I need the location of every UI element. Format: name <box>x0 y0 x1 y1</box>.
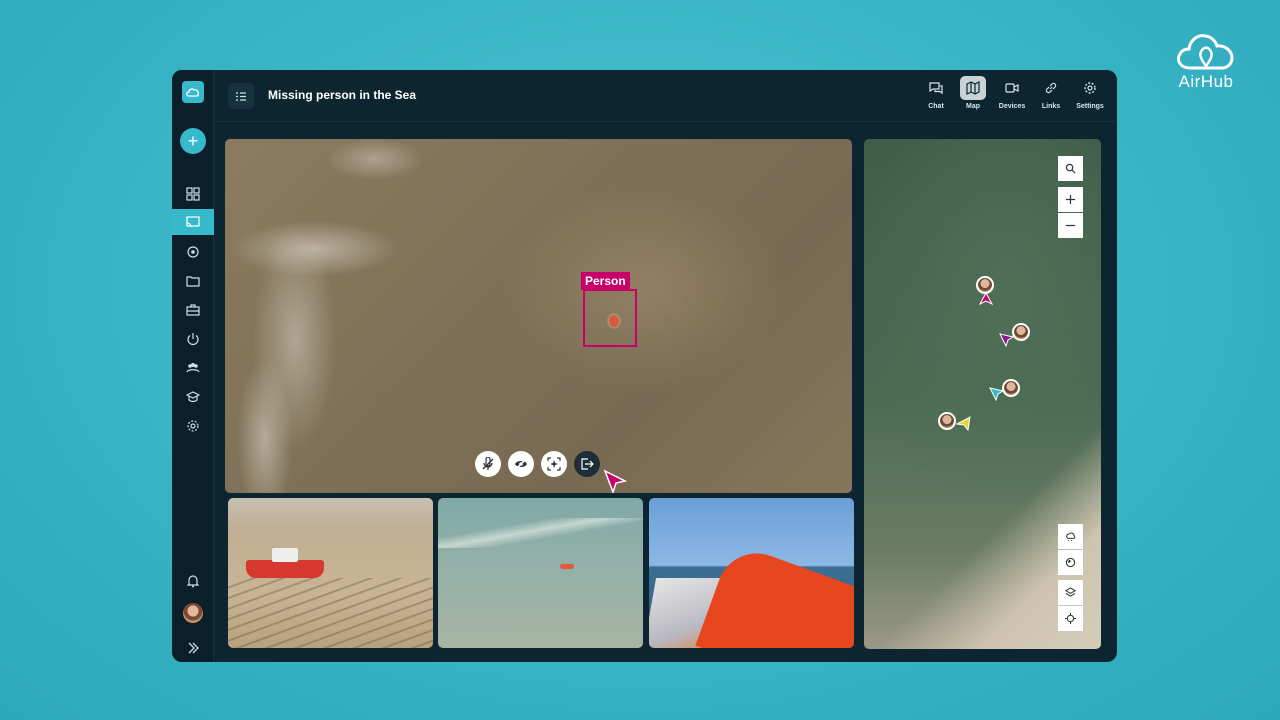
tab-devices[interactable]: Devices <box>993 76 1031 110</box>
sidebar-item-target[interactable] <box>172 239 214 265</box>
thumbnail-sea-drone[interactable] <box>438 498 643 648</box>
education-icon <box>186 391 200 403</box>
detection-label: Person <box>581 272 630 290</box>
avatar[interactable] <box>183 603 203 623</box>
map-icon <box>966 81 980 95</box>
boat-tube <box>695 542 854 648</box>
tab-devices-label: Devices <box>998 103 1026 110</box>
marker-arrow-icon <box>978 292 994 306</box>
marker-arrow-icon <box>999 333 1015 347</box>
notifications-button[interactable] <box>172 568 214 594</box>
lifeboat-cabin <box>272 548 298 562</box>
chat-icon <box>929 82 943 95</box>
sidebar-item-files[interactable] <box>172 268 214 294</box>
exit-icon <box>581 458 594 470</box>
wave-foam <box>438 518 643 548</box>
hide-icon <box>515 458 527 470</box>
cursor-icon <box>603 469 628 493</box>
team-icon <box>186 363 200 373</box>
mute-button[interactable] <box>475 451 501 477</box>
sidebar: + <box>172 70 214 662</box>
sidebar-item-equipment[interactable] <box>172 297 214 323</box>
menu-button[interactable] <box>228 83 254 109</box>
locate-icon <box>1065 613 1076 624</box>
marker-avatar <box>938 412 956 430</box>
video-camera-icon <box>1005 83 1019 93</box>
zoom-out-button[interactable] <box>1058 213 1083 238</box>
target-icon <box>187 246 199 258</box>
thumbnail-boat-bow[interactable] <box>649 498 854 648</box>
zoom-out-icon <box>1065 224 1076 227</box>
bell-icon <box>186 575 200 588</box>
zoom-in-icon <box>1065 194 1076 205</box>
video-controls <box>475 451 600 477</box>
marker-arrow-icon <box>989 387 1005 401</box>
weather-icon <box>1066 532 1076 542</box>
map-panel[interactable] <box>864 139 1101 649</box>
main-video-feed[interactable]: Person <box>225 139 852 493</box>
sidebar-item-team[interactable] <box>172 355 214 381</box>
thumbnail-beach-lifeboat[interactable] <box>228 498 433 648</box>
zoom-in-button[interactable] <box>1058 187 1083 212</box>
exit-button[interactable] <box>574 451 600 477</box>
gear-icon <box>187 420 199 432</box>
sidebar-item-training[interactable] <box>172 384 214 410</box>
map-search-button[interactable] <box>1058 156 1083 181</box>
tab-settings[interactable]: Settings <box>1071 76 1109 110</box>
cloud-logo-icon <box>1176 34 1234 70</box>
brand-name: AirHub <box>1178 72 1234 91</box>
page-title: Missing person in the Sea <box>268 88 417 102</box>
sand-tracks <box>228 578 433 648</box>
list-icon <box>236 91 246 101</box>
app-logo-icon[interactable] <box>182 81 204 103</box>
tab-settings-label: Settings <box>1076 103 1104 110</box>
tab-map[interactable]: Map <box>956 76 990 110</box>
layers-icon <box>1065 587 1076 597</box>
tab-links[interactable]: Links <box>1034 76 1068 110</box>
expand-sidebar-button[interactable] <box>172 635 214 661</box>
dashboard-icon <box>186 187 200 201</box>
search-icon <box>1065 163 1076 174</box>
tab-map-label: Map <box>966 103 980 110</box>
sidebar-item-settings[interactable] <box>172 413 214 439</box>
map-marker[interactable] <box>989 379 1020 401</box>
tab-links-label: Links <box>1041 103 1061 110</box>
rescue-boat <box>560 564 574 569</box>
gear-icon <box>1084 82 1096 94</box>
locate-button[interactable] <box>1058 606 1083 631</box>
airspace-button[interactable] <box>1058 550 1083 575</box>
weather-button[interactable] <box>1058 524 1083 549</box>
app-window: + Missing person in the Sea Chat Map Dev… <box>172 70 1117 662</box>
top-bar: Missing person in the Sea Chat Map Devic… <box>214 70 1117 122</box>
sidebar-item-power[interactable] <box>172 326 214 352</box>
ai-detect-icon <box>547 457 561 471</box>
sidebar-item-cast[interactable] <box>172 209 214 235</box>
cast-icon <box>186 216 200 228</box>
ai-detect-button[interactable] <box>541 451 567 477</box>
add-button[interactable]: + <box>180 128 206 154</box>
marker-arrow-icon <box>956 416 971 432</box>
map-marker[interactable] <box>999 323 1030 347</box>
mute-icon <box>482 457 494 470</box>
nav-tabs: Chat Map Devices Links Settings <box>919 76 1109 110</box>
tab-chat[interactable]: Chat <box>919 76 953 110</box>
map-marker[interactable] <box>976 276 994 306</box>
tab-chat-label: Chat <box>928 103 944 110</box>
sidebar-item-dashboard[interactable] <box>172 181 214 207</box>
map-marker[interactable] <box>938 412 971 432</box>
hide-button[interactable] <box>508 451 534 477</box>
airspace-icon <box>1065 557 1076 568</box>
expand-icon <box>188 642 199 654</box>
folder-icon <box>186 276 200 287</box>
link-icon <box>1045 82 1057 94</box>
detected-person <box>609 315 619 327</box>
toolbox-icon <box>186 304 200 316</box>
lifeboat <box>246 560 324 578</box>
layers-button[interactable] <box>1058 580 1083 605</box>
airhub-brand: AirHub <box>1166 28 1246 92</box>
power-icon <box>187 333 199 346</box>
